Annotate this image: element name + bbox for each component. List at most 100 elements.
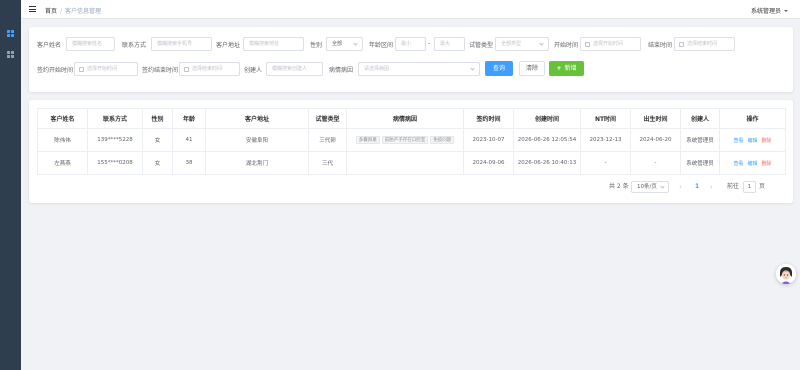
column-header: 签约时间 (463, 108, 514, 129)
avatar-icon (776, 264, 796, 284)
cell-phone: 139****5228 (87, 128, 143, 152)
delete-link[interactable]: 删除 (762, 138, 772, 144)
start-time-label: 开始时间 (554, 42, 579, 49)
pagination-total: 共 2 条 (609, 183, 629, 190)
name-input[interactable]: 模糊搜索姓名 (66, 37, 115, 51)
creator-input[interactable]: 模糊搜索创建人 (266, 62, 323, 76)
cell-creator: 系统管理员 (680, 151, 720, 175)
chevron-down-icon (539, 41, 544, 46)
cell-address: 湖北荆门 (205, 151, 309, 175)
name-placeholder: 模糊搜索姓名 (72, 41, 103, 47)
chevron-down-icon (470, 66, 475, 71)
disease-tag: 免疫问题 (430, 136, 455, 144)
caret-down-icon[interactable] (784, 10, 788, 12)
column-header: 客户地址 (205, 108, 309, 129)
user-name[interactable]: 系统管理员 (751, 8, 781, 15)
top-bar: 首页 / 客户信息管理 系统管理员 (21, 0, 800, 19)
gender-label: 性别 (310, 42, 323, 49)
assistant-avatar[interactable] (776, 264, 796, 284)
column-header: 创建人 (680, 108, 720, 129)
cell-nt-time: 2023-12-13 (580, 128, 631, 152)
goto-page-input[interactable]: 1 (743, 181, 756, 193)
page-size-select[interactable]: 10条/页 (631, 181, 669, 193)
cell-creator: 系统管理员 (680, 128, 720, 152)
column-header: 客户姓名 (37, 108, 88, 129)
clear-button[interactable]: 清除 (519, 61, 545, 76)
cell-actions: 查看 编辑 删除 (719, 151, 786, 175)
hamburger-icon[interactable] (29, 6, 36, 12)
start-time-picker[interactable]: 选择开始时间 (580, 37, 641, 51)
address-input[interactable]: 模糊搜索地址 (243, 37, 304, 51)
cell-create-time: 2026-06-26 10:40:13 (513, 151, 581, 175)
page-size-value: 10条/页 (637, 184, 657, 190)
grid-icon[interactable] (7, 51, 14, 58)
page-suffix: 页 (759, 183, 766, 190)
sidebar (0, 0, 21, 370)
chevron-down-icon (660, 184, 665, 189)
query-button[interactable]: 查询 (485, 61, 513, 76)
start-time-placeholder: 选择开始时间 (593, 41, 624, 47)
name-label: 客户姓名 (37, 42, 62, 49)
disease-tag: 前胎产子存在口腔室 (381, 136, 429, 144)
phone-label: 联系方式 (122, 42, 147, 49)
column-header: 联系方式 (87, 108, 143, 129)
user-menu[interactable]: 系统管理员 (751, 6, 788, 15)
cell-sign-time: 2024-09-06 (463, 151, 514, 175)
delete-link[interactable]: 删除 (762, 161, 772, 167)
phone-input[interactable]: 模糊搜索手机号 (151, 37, 212, 51)
edit-link[interactable]: 编辑 (747, 138, 757, 144)
table-row: 陈伟伟 139****5228 女 41 安徽阜阳 三代卵 多囊卵巢 前胎产子存在… (37, 128, 786, 152)
cell-disease-tags: 多囊卵巢 前胎产子存在口腔室 免疫问题 (346, 128, 464, 152)
view-link[interactable]: 查看 (733, 138, 743, 144)
cell-sign-time: 2023-10-07 (463, 128, 514, 152)
sign-start-placeholder: 选择开始时间 (87, 66, 118, 72)
disease-placeholder: 请选择病因 (364, 66, 390, 72)
column-header: 年龄 (172, 108, 206, 129)
next-page-icon[interactable]: › (710, 181, 713, 193)
age-max-input[interactable]: 最大 (434, 37, 465, 51)
table-header-row: 客户姓名 联系方式 性别 年龄 客户地址 试管类型 病情病因 签约时间 创建时间… (37, 108, 786, 129)
gender-select[interactable]: 全部 (326, 37, 363, 51)
age-max-placeholder: 最大 (440, 41, 451, 47)
end-time-picker[interactable]: 选择结束时间 (674, 37, 735, 51)
range-dash: - (428, 40, 431, 47)
edit-link[interactable]: 编辑 (747, 161, 757, 167)
column-header: NT时间 (580, 108, 631, 129)
cell-nt-time: - (580, 151, 631, 175)
column-header: 试管类型 (308, 108, 347, 129)
search-panel: 客户姓名 模糊搜索姓名 联系方式 模糊搜索手机号 客户地址 模糊搜索地址 性别 … (29, 27, 793, 92)
sign-end-picker[interactable]: 选择结束时间 (179, 62, 240, 76)
disease-select[interactable]: 请选择病因 (358, 62, 480, 76)
address-placeholder: 模糊搜索地址 (249, 41, 280, 47)
cell-trial-type: 三代 (308, 151, 347, 175)
sign-end-label: 签约结束时间 (142, 67, 179, 74)
breadcrumb-current: 客户信息管理 (65, 8, 102, 15)
age-min-input[interactable]: 最小 (395, 37, 426, 51)
view-link[interactable]: 查看 (733, 161, 743, 167)
add-button-label: 新增 (564, 65, 577, 72)
sign-start-label: 签约开始时间 (37, 67, 74, 74)
cell-disease-tags (346, 151, 464, 175)
column-header: 病情病因 (346, 108, 464, 129)
trial-type-select[interactable]: 全部类型 (495, 37, 549, 51)
page-number-current[interactable]: 1 (695, 181, 699, 193)
customer-table: 客户姓名 联系方式 性别 年龄 客户地址 试管类型 病情病因 签约时间 创建时间… (37, 108, 786, 175)
creator-label: 创建人 (244, 67, 263, 74)
cell-birth-time: 2024-06-20 (630, 128, 681, 152)
trial-type-label: 试管类型 (469, 42, 494, 49)
breadcrumb: 首页 / 客户信息管理 (45, 8, 102, 15)
table-panel: 客户姓名 联系方式 性别 年龄 客户地址 试管类型 病情病因 签约时间 创建时间… (29, 100, 793, 203)
trial-type-placeholder: 全部类型 (501, 41, 522, 47)
cell-birth-time: - (630, 151, 681, 175)
breadcrumb-home[interactable]: 首页 (45, 8, 57, 15)
prev-page-icon[interactable]: ‹ (679, 181, 682, 193)
sign-start-picker[interactable]: 选择开始时间 (74, 62, 138, 76)
column-header: 出生时间 (630, 108, 681, 129)
cell-gender: 女 (142, 128, 173, 152)
add-button[interactable]: + 新增 (549, 61, 584, 76)
age-min-placeholder: 最小 (401, 41, 412, 47)
cell-address: 安徽阜阳 (205, 128, 309, 152)
grid-icon[interactable] (7, 30, 14, 37)
creator-placeholder: 模糊搜索创建人 (272, 66, 308, 72)
cell-age: 38 (172, 151, 206, 175)
